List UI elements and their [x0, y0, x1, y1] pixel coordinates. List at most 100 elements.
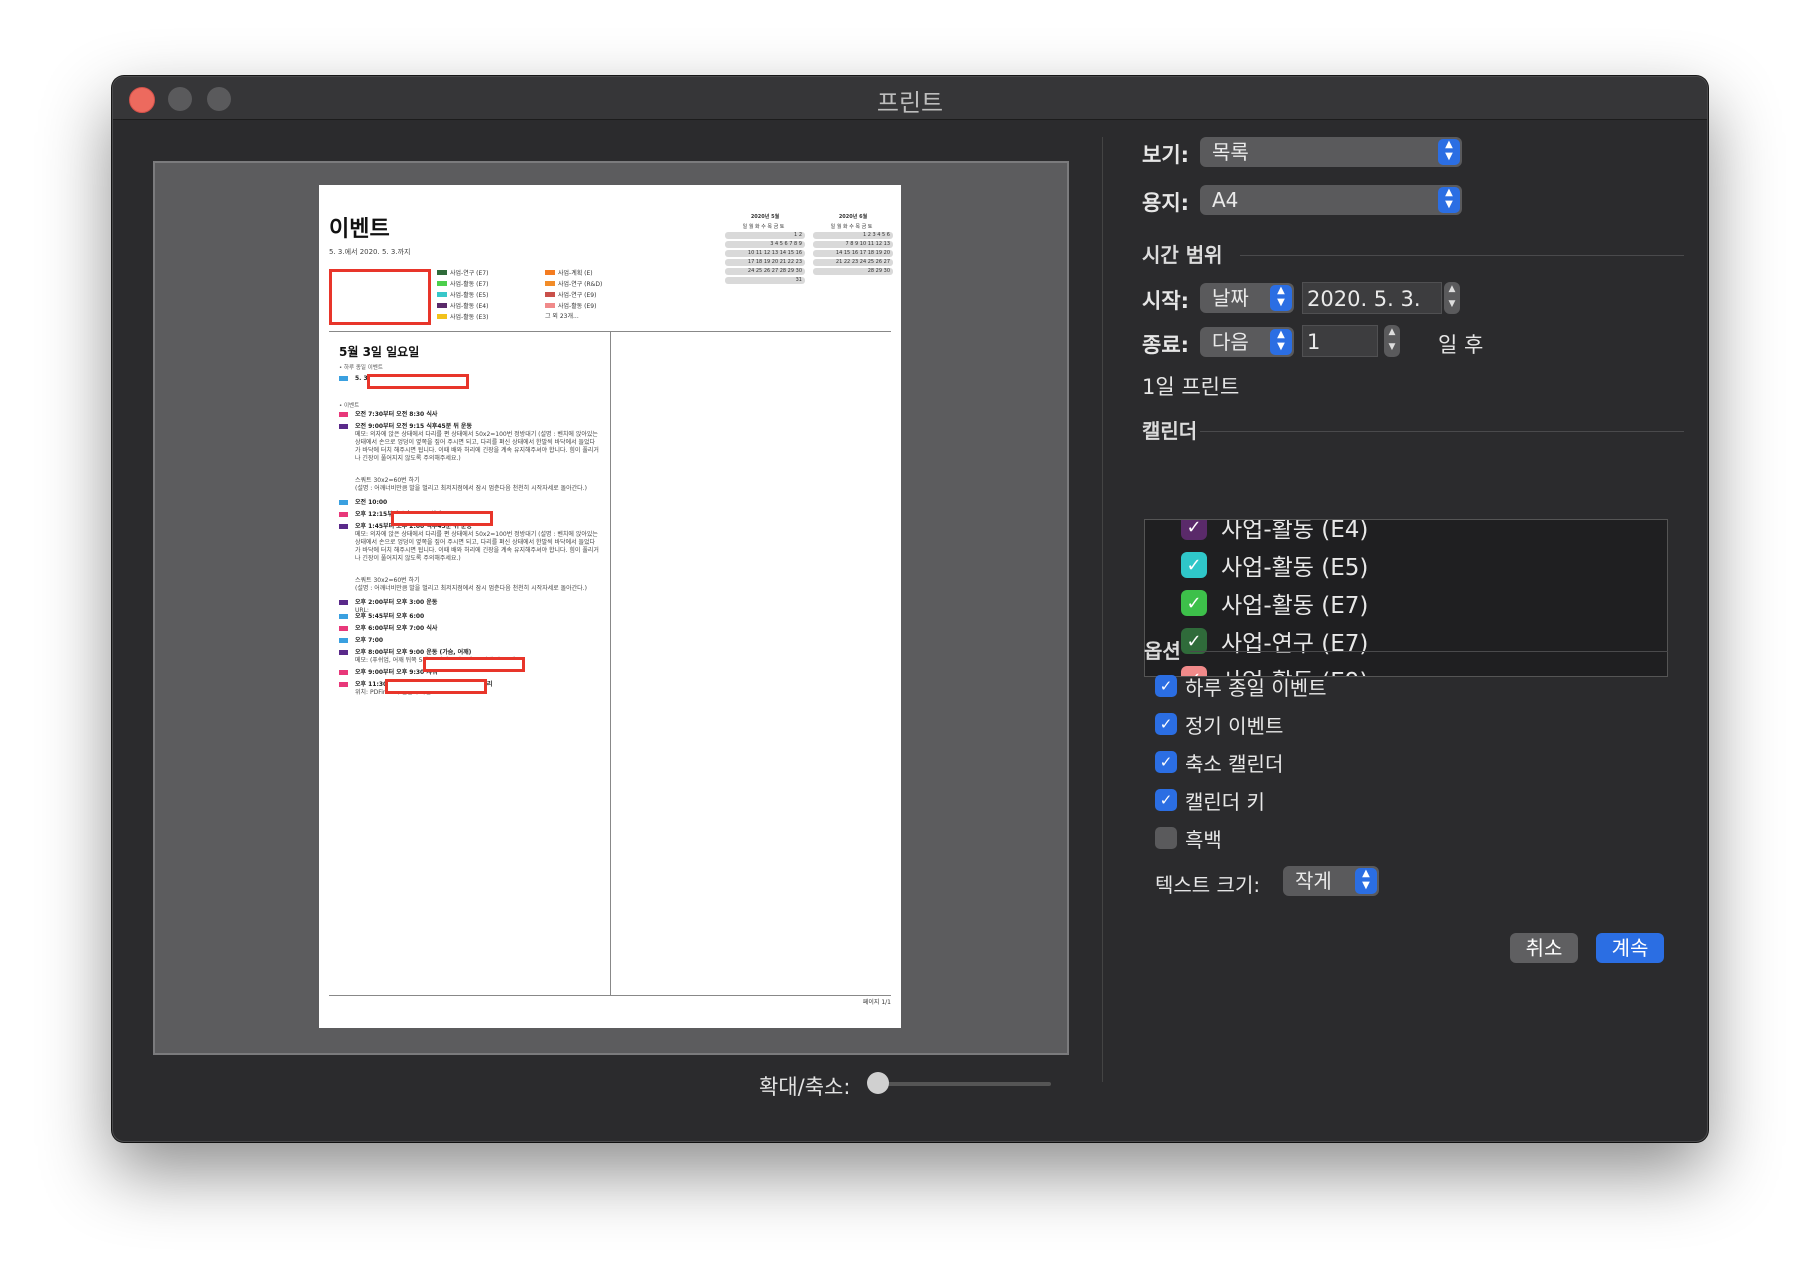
calendar-item-label: 사업-활동 (E5) — [1221, 555, 1369, 581]
legend-item: 사업-활동 (E3) — [437, 311, 488, 322]
event-color-swatch — [339, 500, 348, 505]
end-mode-popup[interactable]: 다음 ▲ ▼ — [1200, 327, 1294, 357]
start-date-stepper[interactable]: ▲ ▼ — [1444, 282, 1460, 314]
view-popup[interactable]: 목록 ▲ ▼ — [1200, 137, 1462, 167]
legend-swatch — [545, 281, 555, 286]
updown-chevron-icon: ▲ ▼ — [1438, 187, 1460, 213]
option-item[interactable]: ✓ 캘린더 키 — [1155, 785, 1265, 815]
legend-item: 사업-활동 (E9) — [545, 300, 602, 311]
event-color-swatch — [339, 412, 348, 417]
legend-item: 사업-활동 (E5) — [437, 289, 488, 300]
text-size-label: 텍스트 크기: — [1155, 873, 1261, 897]
updown-chevron-icon: ▲ ▼ — [1355, 868, 1377, 894]
continue-button[interactable]: 계속 — [1596, 933, 1664, 963]
mini-calendar-title: 2020년 5월 — [750, 214, 780, 220]
event-time: 오전 10:00 — [355, 499, 388, 506]
calendar-item[interactable]: ✓ 사업-활동 (E4) — [1181, 520, 1368, 546]
calendar-item[interactable]: ✓ 사업-연구 (E7) — [1181, 622, 1368, 660]
option-checkbox[interactable]: ✓ — [1155, 751, 1177, 773]
mini-calendar-weekdays: 일 월 화 수 목 금 토 — [742, 224, 785, 230]
option-checkbox[interactable]: ✓ — [1155, 675, 1177, 697]
end-mode-value: 다음 — [1212, 330, 1249, 354]
section-rule — [1200, 431, 1684, 432]
mini-calendar-week: 24 25 26 27 28 29 30 — [725, 268, 805, 275]
calendar-item[interactable]: ✓ 사업-활동 (E5) — [1181, 546, 1368, 584]
legend-swatch — [437, 303, 447, 308]
option-checkbox[interactable]: ✓ — [1155, 789, 1177, 811]
day-heading: 5월 3일 일요일 — [339, 345, 420, 359]
calendar-title: 캘린더 — [1142, 419, 1198, 443]
zoom-slider-track[interactable] — [879, 1082, 1051, 1086]
calendar-checkbox[interactable]: ✓ — [1181, 520, 1207, 540]
event-color-swatch — [339, 376, 348, 381]
zoom-slider-thumb[interactable] — [867, 1072, 889, 1094]
end-count-stepper[interactable]: ▲ ▼ — [1384, 325, 1400, 357]
start-mode-popup[interactable]: 날짜 ▲ ▼ — [1200, 283, 1294, 313]
preview-range: 5. 3.에서 2020. 5. 3.까지 — [329, 248, 411, 256]
option-item[interactable]: ✓ 정기 이벤트 — [1155, 709, 1283, 739]
legend-label: 사업-연구 (E7) — [450, 270, 489, 277]
start-date-field[interactable]: 2020. 5. 3. — [1302, 282, 1442, 314]
zoom-label: 확대/축소: — [759, 1075, 851, 1099]
calendar-checkbox[interactable]: ✓ — [1181, 552, 1207, 578]
legend-swatch — [437, 270, 447, 275]
section-rule — [1190, 651, 1668, 652]
legend-label: 사업-활동 (E9) — [558, 303, 597, 310]
mini-calendar-week: 31 — [725, 277, 805, 284]
legend-label: 사업-활동 (E5) — [450, 292, 489, 299]
legend-swatch — [437, 281, 447, 286]
event-detail: 메모: 의자에 앉은 상태에서 다리를 편 상태에서 50x2=100번 정방대… — [355, 431, 599, 462]
event-color-swatch — [339, 650, 348, 655]
option-checkbox[interactable]: ✓ — [1155, 827, 1177, 849]
legend-swatch — [545, 270, 555, 275]
end-count-field[interactable]: 1 — [1302, 325, 1378, 357]
option-item[interactable]: ✓ 흑백 — [1155, 823, 1222, 853]
option-label: 하루 종일 이벤트 — [1185, 675, 1327, 700]
cancel-button[interactable]: 취소 — [1510, 933, 1578, 963]
redaction-box — [329, 269, 431, 325]
calendar-list[interactable]: ✓ 사업-활동 (E4) ✓ 사업-활동 (E5) ✓ 사업-활동 (E7) ✓ 사업-연구 … — [1144, 519, 1668, 677]
mini-calendar-week: 14 15 16 17 18 19 20 — [813, 250, 893, 257]
preview-divider-bottom — [329, 995, 891, 996]
calendar-legend-left: 사업-연구 (E7) 사업-활동 (E7) 사업-활동 (E5) 사업-활동 (E4)… — [437, 267, 488, 322]
mini-calendar-week: 1 2 3 4 5 6 — [813, 232, 893, 239]
option-item[interactable]: ✓ 축소 캘린더 — [1155, 747, 1283, 777]
paper-popup[interactable]: A4 ▲ ▼ — [1200, 185, 1462, 215]
options-title: 옵션 — [1144, 639, 1181, 663]
event-time: 오후 7:00 — [355, 637, 384, 644]
event-color-swatch — [339, 638, 348, 643]
legend-item: 사업-연구 (R&D) — [545, 278, 602, 289]
preview-page: 이벤트 5. 3.에서 2020. 5. 3.까지 사업-연구 (E7) 사업-활… — [319, 185, 901, 1028]
start-mode-value: 날짜 — [1212, 286, 1249, 310]
event-item: 스쿼트 30x2=60번 하기 (설명 : 어깨너비만큼 발을 벌리고 최저지점에… — [339, 577, 599, 593]
option-label: 축소 캘린더 — [1185, 751, 1284, 776]
event-time: 스쿼트 30x2=60번 하기 — [355, 577, 420, 584]
event-time: 오전 9:00부터 오전 9:15 식후45분 뒤 운동 — [355, 423, 472, 430]
event-detail: 메모: 의자에 앉은 상태에서 다리를 편 상태에서 50x2=100번 정방대… — [355, 531, 599, 562]
legend-label: 사업-활동 (E3) — [450, 314, 489, 321]
legend-swatch — [437, 314, 447, 319]
time-range-title: 시간 범위 — [1142, 243, 1223, 267]
event-item: 오후 1:45부터 오후 2:00 식후45분 뒤 운동 메모: 의자에 앉은 상… — [339, 523, 599, 563]
event-detail: (설명 : 어깨너비만큼 발을 벌리고 최저지점에서 잠시 멈춘다음 천천히 시… — [355, 585, 587, 592]
mini-calendar-week: 1 2 — [725, 232, 805, 239]
event-time: 오후 8:00부터 오후 9:00 운동 (가슴, 어깨) — [355, 649, 472, 656]
text-size-popup[interactable]: 작게 ▲ ▼ — [1283, 866, 1379, 896]
calendar-item[interactable]: ✓ 사업-활동 (E7) — [1181, 584, 1368, 622]
legend-swatch — [545, 303, 555, 308]
event-color-swatch — [339, 682, 348, 687]
calendar-checkbox[interactable]: ✓ — [1181, 590, 1207, 616]
mini-calendar-weekdays: 일 월 화 수 목 금 토 — [830, 224, 873, 230]
mini-calendar-title: 2020년 6월 — [838, 214, 868, 220]
legend-label: 사업-연구 (R&D) — [558, 281, 603, 288]
start-label: 시작: — [1142, 289, 1190, 313]
calendar-item-label: 사업-연구 (E7) — [1221, 631, 1369, 657]
updown-chevron-icon: ▲ ▼ — [1270, 285, 1292, 311]
option-item[interactable]: ✓ 하루 종일 이벤트 — [1155, 671, 1327, 701]
mini-calendar-week: 28 29 30 — [813, 268, 893, 275]
option-checkbox[interactable]: ✓ — [1155, 713, 1177, 735]
option-label: 정기 이벤트 — [1185, 713, 1284, 738]
title-bar: 프린트 — [113, 77, 1707, 120]
redaction-box — [367, 374, 469, 389]
event-item: 오후 7:00 — [339, 637, 599, 645]
